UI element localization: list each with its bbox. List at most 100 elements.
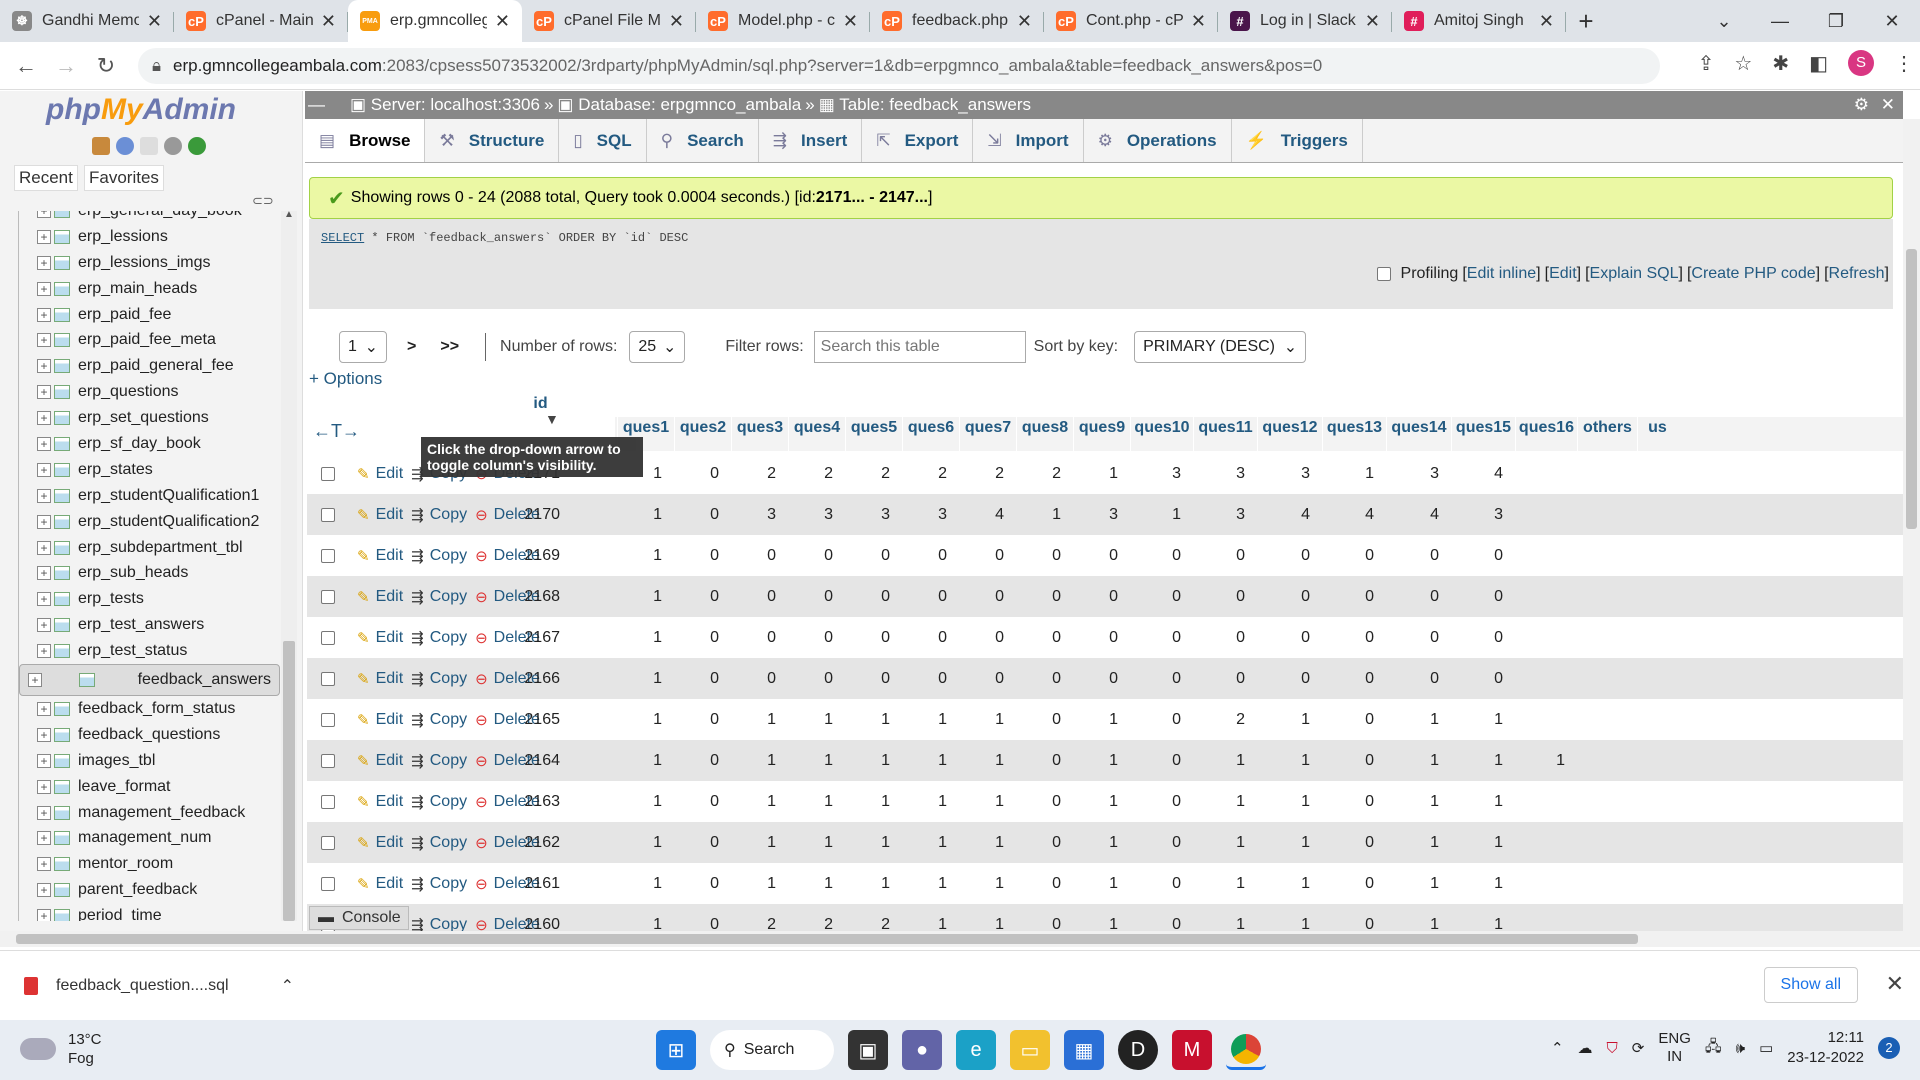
browser-tab[interactable]: # Amitoj Singh ✕: [1392, 0, 1566, 42]
mcafee-icon[interactable]: M: [1172, 1030, 1212, 1070]
last-page-button[interactable]: >>: [440, 338, 459, 356]
edit-row-button[interactable]: ✎Edit: [357, 752, 403, 770]
close-window-button[interactable]: ✕: [1864, 0, 1920, 42]
edit-row-button[interactable]: ✎Edit: [357, 711, 403, 729]
browser-tab[interactable]: ☸ Gandhi Memo ✕: [0, 0, 174, 42]
expand-plus-icon[interactable]: +: [37, 540, 51, 555]
tree-item-erp_paid_general_fee[interactable]: + erp_paid_general_fee: [19, 353, 280, 379]
tree-item-erp_sub_heads[interactable]: + erp_sub_heads: [19, 560, 280, 586]
copy-row-button[interactable]: ⇶Copy: [411, 875, 467, 893]
next-page-button[interactable]: >: [407, 338, 416, 356]
expand-plus-icon[interactable]: +: [37, 359, 51, 374]
expand-plus-icon[interactable]: +: [37, 701, 51, 716]
weather-widget[interactable]: 13°C Fog: [20, 1030, 102, 1068]
docs-icon[interactable]: [140, 137, 158, 155]
horizontal-scroll-thumb[interactable]: [16, 934, 1638, 944]
column-header-ques12[interactable]: ques12: [1257, 391, 1322, 451]
row-checkbox[interactable]: [321, 876, 335, 891]
new-tab-button[interactable]: +: [1566, 0, 1606, 42]
tree-item-period_time[interactable]: + period_time: [19, 903, 280, 921]
row-checkbox[interactable]: [321, 671, 335, 686]
expand-plus-icon[interactable]: +: [37, 566, 51, 581]
maximize-panel-icon[interactable]: ✕: [1881, 95, 1895, 115]
tree-item-feedback_form_status[interactable]: + feedback_form_status: [19, 696, 280, 722]
dell-icon[interactable]: D: [1118, 1030, 1158, 1070]
expand-plus-icon[interactable]: +: [37, 883, 51, 898]
edge-icon[interactable]: e: [956, 1030, 996, 1070]
file-explorer-icon[interactable]: ▭: [1010, 1030, 1050, 1070]
menu-kebab-icon[interactable]: ⋮: [1894, 51, 1914, 76]
column-header-ques16[interactable]: ques16: [1515, 391, 1577, 451]
sql-query-text[interactable]: SELECT * FROM `feedback_answers` ORDER B…: [321, 231, 688, 245]
expand-plus-icon[interactable]: +: [37, 831, 51, 846]
copy-row-button[interactable]: ⇶Copy: [411, 916, 467, 932]
nav-scroll-thumb[interactable]: [283, 641, 295, 921]
row-checkbox[interactable]: [321, 712, 335, 727]
expand-plus-icon[interactable]: +: [37, 514, 51, 529]
tree-item-erp_paid_fee[interactable]: + erp_paid_fee: [19, 302, 280, 328]
sql-link-create-php-code[interactable]: Create PHP code: [1691, 265, 1815, 282]
tree-item-feedback_answers[interactable]: + feedback_answers: [19, 664, 280, 697]
column-header-others[interactable]: others: [1577, 391, 1637, 451]
tree-item-mentor_room[interactable]: + mentor_room: [19, 851, 280, 877]
close-tab-icon[interactable]: ✕: [669, 11, 684, 32]
settings-gear-icon[interactable]: ⚙: [1854, 95, 1869, 115]
edit-row-button[interactable]: ✎Edit: [357, 465, 403, 483]
favorites-button[interactable]: Favorites: [84, 165, 164, 191]
forward-button[interactable]: →: [46, 53, 86, 79]
battery-icon[interactable]: ▭: [1759, 1039, 1773, 1057]
breadcrumb-table[interactable]: ▦ Table: feedback_answers: [819, 95, 1031, 115]
clock[interactable]: 12:11 23-12-2022: [1787, 1028, 1864, 1068]
expand-plus-icon[interactable]: +: [37, 211, 51, 218]
profiling-checkbox[interactable]: [1376, 267, 1391, 281]
expand-plus-icon[interactable]: +: [37, 462, 51, 477]
filter-rows-input[interactable]: Search this table: [813, 331, 1026, 363]
expand-plus-icon[interactable]: +: [37, 644, 51, 659]
nav-scrollbar[interactable]: ▲: [281, 209, 297, 921]
copy-row-button[interactable]: ⇶Copy: [411, 711, 467, 729]
expand-plus-icon[interactable]: +: [37, 255, 51, 270]
horizontal-scrollbar[interactable]: [0, 931, 1920, 947]
bookmark-star-icon[interactable]: ☆: [1734, 51, 1752, 76]
column-header-ques8[interactable]: ques8: [1016, 391, 1073, 451]
edit-row-button[interactable]: ✎Edit: [357, 629, 403, 647]
expand-plus-icon[interactable]: +: [37, 909, 51, 921]
tree-item-feedback_questions[interactable]: + feedback_questions: [19, 722, 280, 748]
browser-tab[interactable]: cP cPanel - Main ✕: [174, 0, 348, 42]
expand-plus-icon[interactable]: +: [37, 436, 51, 451]
share-icon[interactable]: ⇪: [1698, 51, 1715, 76]
tray-overflow-icon[interactable]: ⌃: [1551, 1039, 1564, 1057]
extensions-icon[interactable]: ✱: [1772, 51, 1789, 76]
tab-import[interactable]: ⇲ Import: [973, 119, 1084, 162]
close-download-bar-icon[interactable]: ✕: [1886, 971, 1904, 997]
copy-row-button[interactable]: ⇶Copy: [411, 793, 467, 811]
help-icon[interactable]: [116, 137, 134, 155]
tree-item-erp_subdepartment_tbl[interactable]: + erp_subdepartment_tbl: [19, 535, 280, 561]
tree-item-erp_general_day_book[interactable]: + erp_general_day_book: [19, 211, 280, 224]
sql-link-refresh[interactable]: Refresh: [1829, 265, 1885, 282]
copy-row-button[interactable]: ⇶Copy: [411, 629, 467, 647]
lock-icon[interactable]: 🔒︎: [152, 56, 161, 76]
expand-plus-icon[interactable]: +: [37, 229, 51, 244]
show-all-button[interactable]: Show all: [1763, 967, 1858, 1003]
copy-row-button[interactable]: ⇶Copy: [411, 752, 467, 770]
profile-avatar[interactable]: S: [1848, 50, 1874, 76]
expand-plus-icon[interactable]: +: [37, 385, 51, 400]
row-checkbox[interactable]: [321, 548, 335, 563]
home-icon[interactable]: [92, 137, 110, 155]
close-tab-icon[interactable]: ✕: [1017, 11, 1032, 32]
copy-row-button[interactable]: ⇶Copy: [411, 547, 467, 565]
column-header-ques9[interactable]: ques9: [1073, 391, 1130, 451]
tab-operations[interactable]: ⚙ Operations: [1084, 119, 1232, 162]
tree-item-erp_sf_day_book[interactable]: + erp_sf_day_book: [19, 431, 280, 457]
column-header-ques15[interactable]: ques15: [1451, 391, 1515, 451]
browser-tab[interactable]: cP Model.php - c ✕: [696, 0, 870, 42]
teams-chat-icon[interactable]: ●: [902, 1030, 942, 1070]
row-checkbox[interactable]: [321, 589, 335, 604]
tab-export[interactable]: ⇱ Export: [862, 119, 974, 162]
expand-plus-icon[interactable]: +: [37, 333, 51, 348]
copy-row-button[interactable]: ⇶Copy: [411, 506, 467, 524]
expand-plus-icon[interactable]: +: [37, 857, 51, 872]
console-toggle[interactable]: ▬ Console: [309, 906, 409, 930]
edit-row-button[interactable]: ✎Edit: [357, 875, 403, 893]
